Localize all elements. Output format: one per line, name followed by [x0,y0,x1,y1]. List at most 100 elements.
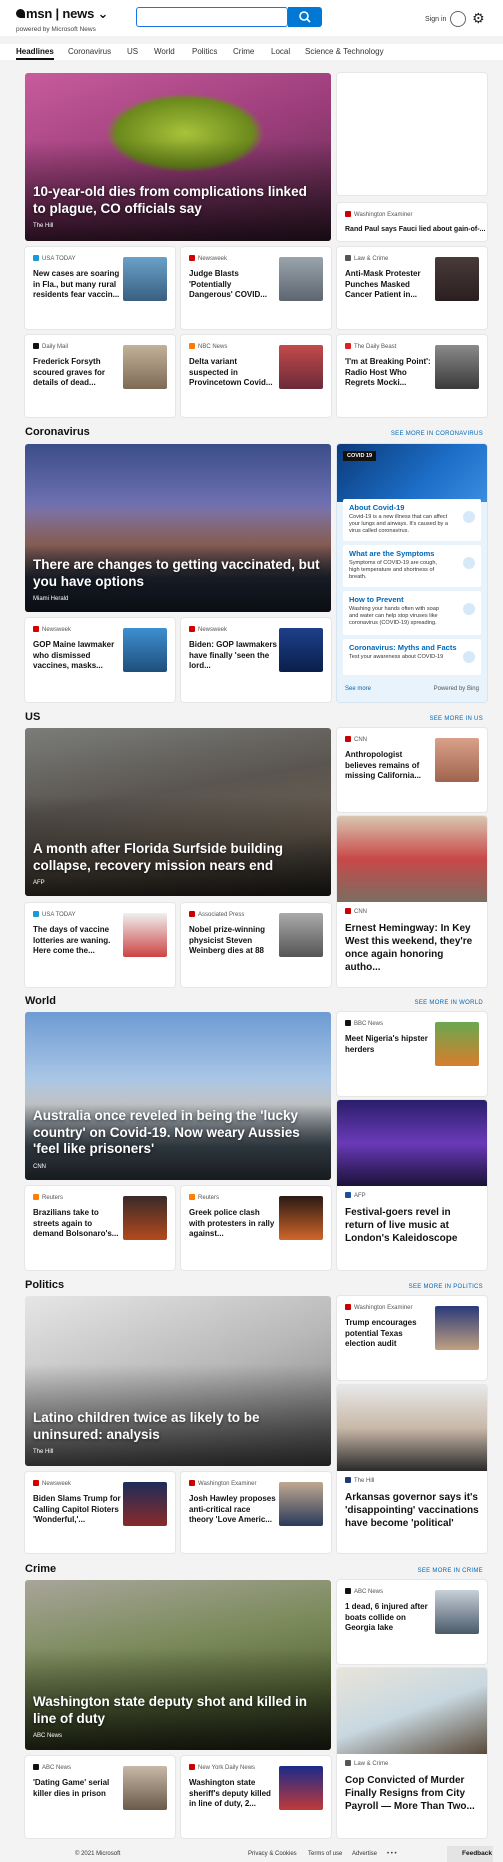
news-card[interactable]: ABC News 'Dating Game' serial killer die… [25,1756,175,1838]
news-card[interactable]: The Hill Arkansas governor says it's 'di… [337,1385,487,1553]
tab-local[interactable]: Local [271,47,290,56]
news-card[interactable]: Daily Mail Frederick Forsyth scoured gra… [25,335,175,417]
privacy-link[interactable]: Privacy & Cookies [248,1851,297,1857]
card-title[interactable]: Brazilians take to streets again to dema… [33,1208,121,1240]
news-card[interactable]: New York Daily News Washington state she… [181,1756,331,1838]
news-card[interactable]: Washington Examiner Trump encourages pot… [337,1296,487,1380]
news-card[interactable]: Reuters Brazilians take to streets again… [25,1186,175,1270]
section-heading-crime[interactable]: Crime [25,1563,56,1575]
card-title[interactable]: Arkansas governor says it's 'disappointi… [345,1491,479,1530]
card-title[interactable]: Festival-goers revel in return of live m… [345,1206,479,1245]
hero-story[interactable]: 10-year-old dies from complications link… [25,73,331,241]
hero-title[interactable]: Washington state deputy shot and killed … [33,1694,323,1727]
card-title[interactable]: Greek police clash with protesters in ra… [189,1208,277,1240]
news-card[interactable]: Associated Press Nobel prize-winning phy… [181,903,331,987]
sign-in-link[interactable]: Sign in [425,16,446,23]
news-card[interactable]: USA TODAY New cases are soaring in Fla.,… [25,247,175,329]
see-more-us[interactable]: SEE MORE IN US [429,716,483,722]
news-card[interactable]: ABC News 1 dead, 6 injured after boats c… [337,1580,487,1664]
hero-story[interactable]: Washington state deputy shot and killed … [25,1580,331,1750]
see-more-coronavirus[interactable]: SEE MORE IN CORONAVIRUS [391,431,483,437]
news-card[interactable]: AFP Festival-goers revel in return of li… [337,1100,487,1270]
source-icon [345,1477,351,1483]
section-heading-politics[interactable]: Politics [25,1279,64,1291]
tab-us[interactable]: US [127,47,138,56]
msn-logo[interactable]: msn | news ⌄ [16,6,108,22]
news-card[interactable]: Newsweek Judge Blasts 'Potentially Dange… [181,247,331,329]
gear-icon[interactable]: ⚙ [472,10,485,27]
card-title[interactable]: Frederick Forsyth scoured graves for det… [33,357,121,389]
section-heading-us[interactable]: US [25,711,40,723]
news-card[interactable]: CNN Ernest Hemingway: In Key West this w… [337,816,487,987]
card-title[interactable]: Rand Paul says Fauci lied about gain-of-… [345,225,485,236]
hero-story[interactable]: There are changes to getting vaccinated,… [25,444,331,612]
card-title[interactable]: Nobel prize-winning physicist Steven Wei… [189,925,277,957]
see-more-politics[interactable]: SEE MORE IN POLITICS [409,1284,483,1290]
hero-title[interactable]: There are changes to getting vaccinated,… [33,557,323,590]
search-input[interactable] [136,7,288,27]
card-title[interactable]: Anti-Mask Protester Punches Masked Cance… [345,269,433,301]
avatar-icon[interactable] [450,11,466,27]
news-card[interactable]: Newsweek GOP Maine lawmaker who dismisse… [25,618,175,702]
ad-card[interactable] [337,73,487,195]
covid-item-myths[interactable]: Coronavirus: Myths and Facts Test your aw… [343,639,481,675]
news-card[interactable]: NBC News Delta variant suspected in Prov… [181,335,331,417]
tab-headlines[interactable]: Headlines [16,47,54,60]
advertise-link[interactable]: Advertise [352,1851,377,1857]
hero-title[interactable]: Australia once reveled in being the 'luc… [33,1108,323,1158]
section-label[interactable]: news [62,6,94,21]
search-button[interactable] [288,7,322,27]
news-card[interactable]: Law & Crime Cop Convicted of Murder Fina… [337,1668,487,1838]
feedback-button[interactable]: Feedback [447,1846,493,1862]
card-title[interactable]: Washington state sheriff's deputy killed… [189,1778,277,1810]
news-card[interactable]: Washington Examiner Rand Paul says Fauci… [337,203,487,241]
see-more-crime[interactable]: SEE MORE IN CRIME [418,1568,483,1574]
news-card[interactable]: Washington Examiner Josh Hawley proposes… [181,1472,331,1553]
carousel-dots[interactable] [165,234,228,241]
tab-politics[interactable]: Politics [192,47,217,56]
see-more-world[interactable]: SEE MORE IN WORLD [415,1000,483,1006]
covid-item-about[interactable]: About Covid-19 Covid-19 is a new illness … [343,499,481,541]
card-title[interactable]: Biden Slams Trump for Calling Capitol Ri… [33,1494,121,1526]
card-title[interactable]: Josh Hawley proposes anti-critical race … [189,1494,277,1526]
hero-story[interactable]: A month after Florida Surfside building … [25,728,331,896]
covid-item-prevent[interactable]: How to Prevent Washing your hands often w… [343,591,481,635]
news-card[interactable]: The Daily Beast 'I'm at Breaking Point':… [337,335,487,417]
section-heading-coronavirus[interactable]: Coronavirus [25,426,90,438]
card-title[interactable]: Trump encourages potential Texas electio… [345,1318,433,1350]
tab-world[interactable]: World [154,47,175,56]
card-title[interactable]: 'I'm at Breaking Point': Radio Host Who … [345,357,433,389]
hero-story[interactable]: Latino children twice as likely to be un… [25,1296,331,1466]
news-card[interactable]: BBC News Meet Nigeria's hipster herders [337,1012,487,1096]
more-links[interactable]: • • • [387,1851,397,1857]
card-title[interactable]: Cop Convicted of Murder Finally Resigns … [345,1774,479,1813]
card-title[interactable]: The days of vaccine lotteries are waning… [33,925,121,957]
card-title[interactable]: 1 dead, 6 injured after boats collide on… [345,1602,433,1634]
news-card[interactable]: Reuters Greek police clash with proteste… [181,1186,331,1270]
terms-link[interactable]: Terms of use [308,1851,342,1857]
tab-crime[interactable]: Crime [233,47,254,56]
covid-item-symptoms[interactable]: What are the Symptoms Symptoms of COVID-1… [343,545,481,587]
news-card[interactable]: CNN Anthropologist believes remains of m… [337,728,487,812]
news-card[interactable]: USA TODAY The days of vaccine lotteries … [25,903,175,987]
card-title[interactable]: Anthropologist believes remains of missi… [345,750,433,782]
covid-see-more[interactable]: See more [345,686,371,692]
card-title[interactable]: GOP Maine lawmaker who dismissed vaccine… [33,640,121,672]
card-title[interactable]: Delta variant suspected in Provincetown … [189,357,277,389]
card-title[interactable]: Biden: GOP lawmakers have finally 'seen … [189,640,277,672]
news-card[interactable]: Newsweek Biden Slams Trump for Calling C… [25,1472,175,1553]
tab-science-technology[interactable]: Science & Technology [305,47,384,56]
card-title[interactable]: New cases are soaring in Fla., but many … [33,269,121,301]
hero-title[interactable]: A month after Florida Surfside building … [33,841,323,874]
card-title[interactable]: Ernest Hemingway: In Key West this weeke… [345,922,479,974]
hero-title[interactable]: Latino children twice as likely to be un… [33,1410,323,1443]
hero-story[interactable]: Australia once reveled in being the 'luc… [25,1012,331,1180]
section-heading-world[interactable]: World [25,995,56,1007]
news-card[interactable]: Newsweek Biden: GOP lawmakers have final… [181,618,331,702]
card-title[interactable]: 'Dating Game' serial killer dies in pris… [33,1778,121,1799]
card-title[interactable]: Judge Blasts 'Potentially Dangerous' COV… [189,269,277,301]
tab-coronavirus[interactable]: Coronavirus [68,47,111,56]
hero-title[interactable]: 10-year-old dies from complications link… [33,184,323,217]
news-card[interactable]: Law & Crime Anti-Mask Protester Punches … [337,247,487,329]
card-title[interactable]: Meet Nigeria's hipster herders [345,1034,433,1055]
